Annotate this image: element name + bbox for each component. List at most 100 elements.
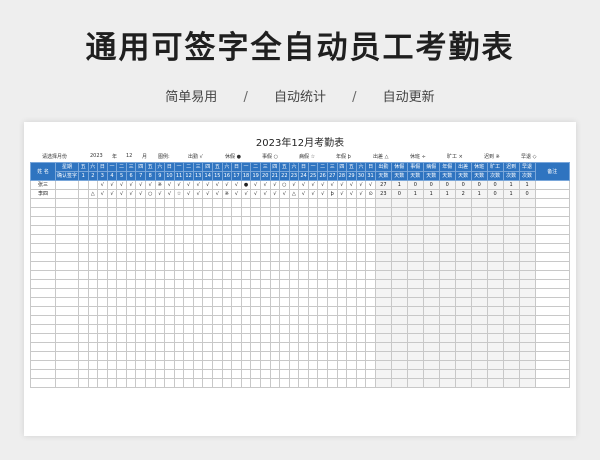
empty-cell[interactable] xyxy=(534,198,571,208)
empty-cell[interactable] xyxy=(288,324,300,334)
attendance-mark[interactable]: √ xyxy=(97,189,108,199)
empty-cell[interactable] xyxy=(355,360,367,370)
empty-cell[interactable] xyxy=(269,288,281,298)
empty-cell[interactable] xyxy=(154,225,166,235)
empty-cell[interactable] xyxy=(250,207,261,217)
empty-cell[interactable] xyxy=(231,207,242,217)
empty-cell[interactable] xyxy=(116,306,127,316)
empty-cell[interactable] xyxy=(486,225,504,235)
empty-cell[interactable] xyxy=(259,378,271,388)
empty-cell[interactable] xyxy=(183,351,194,361)
empty-cell[interactable] xyxy=(438,216,456,226)
empty-cell[interactable] xyxy=(288,369,300,379)
empty-cell[interactable] xyxy=(212,360,223,370)
empty-cell[interactable] xyxy=(317,306,328,316)
attendance-mark[interactable]: √ xyxy=(192,189,204,199)
empty-cell[interactable] xyxy=(502,306,520,316)
empty-cell[interactable] xyxy=(374,216,392,226)
empty-cell[interactable] xyxy=(346,270,357,280)
empty-cell[interactable] xyxy=(279,288,290,298)
empty-cell[interactable] xyxy=(192,333,204,343)
empty-cell[interactable] xyxy=(317,243,328,253)
empty-cell[interactable] xyxy=(29,288,57,298)
empty-cell[interactable] xyxy=(269,324,281,334)
empty-cell[interactable] xyxy=(221,369,233,379)
empty-cell[interactable] xyxy=(173,243,185,253)
empty-cell[interactable] xyxy=(502,243,520,253)
empty-cell[interactable] xyxy=(173,333,185,343)
empty-cell[interactable] xyxy=(336,225,348,235)
empty-cell[interactable] xyxy=(212,216,223,226)
empty-cell[interactable] xyxy=(106,279,118,289)
empty-cell[interactable] xyxy=(470,252,488,262)
empty-cell[interactable] xyxy=(365,261,376,271)
empty-cell[interactable] xyxy=(279,369,290,379)
empty-cell[interactable] xyxy=(346,360,357,370)
empty-cell[interactable] xyxy=(97,243,108,253)
empty-cell[interactable] xyxy=(406,225,424,235)
empty-cell[interactable] xyxy=(326,216,338,226)
attendance-mark[interactable]: √ xyxy=(116,189,127,199)
empty-cell[interactable] xyxy=(154,306,166,316)
empty-cell[interactable] xyxy=(145,288,156,298)
empty-cell[interactable] xyxy=(346,198,357,208)
empty-cell[interactable] xyxy=(288,279,300,289)
empty-cell[interactable] xyxy=(486,270,504,280)
empty-cell[interactable] xyxy=(288,198,300,208)
empty-cell[interactable] xyxy=(164,306,175,316)
empty-cell[interactable] xyxy=(518,234,536,244)
empty-cell[interactable] xyxy=(135,279,146,289)
empty-cell[interactable] xyxy=(221,315,233,325)
attendance-mark[interactable]: √ xyxy=(212,180,223,190)
empty-cell[interactable] xyxy=(534,252,571,262)
empty-cell[interactable] xyxy=(336,288,348,298)
empty-cell[interactable] xyxy=(406,243,424,253)
empty-cell[interactable] xyxy=(374,252,392,262)
empty-cell[interactable] xyxy=(502,261,520,271)
empty-cell[interactable] xyxy=(221,333,233,343)
empty-cell[interactable] xyxy=(486,234,504,244)
empty-cell[interactable] xyxy=(307,261,319,271)
empty-cell[interactable] xyxy=(486,279,504,289)
empty-cell[interactable] xyxy=(279,234,290,244)
empty-cell[interactable] xyxy=(422,342,440,352)
empty-cell[interactable] xyxy=(250,306,261,316)
empty-cell[interactable] xyxy=(250,243,261,253)
empty-cell[interactable] xyxy=(212,234,223,244)
empty-cell[interactable] xyxy=(355,378,367,388)
empty-cell[interactable] xyxy=(518,306,536,316)
empty-cell[interactable] xyxy=(212,198,223,208)
empty-cell[interactable] xyxy=(390,306,408,316)
empty-cell[interactable] xyxy=(145,306,156,316)
empty-cell[interactable] xyxy=(390,315,408,325)
empty-cell[interactable] xyxy=(502,198,520,208)
empty-cell[interactable] xyxy=(97,351,108,361)
empty-cell[interactable] xyxy=(326,279,338,289)
empty-cell[interactable] xyxy=(192,198,204,208)
empty-cell[interactable] xyxy=(125,225,137,235)
empty-cell[interactable] xyxy=(406,288,424,298)
attendance-mark[interactable]: √ xyxy=(135,189,146,199)
empty-cell[interactable] xyxy=(374,225,392,235)
empty-cell[interactable] xyxy=(374,342,392,352)
empty-cell[interactable] xyxy=(438,360,456,370)
empty-cell[interactable] xyxy=(29,252,57,262)
empty-cell[interactable] xyxy=(422,225,440,235)
empty-cell[interactable] xyxy=(307,369,319,379)
empty-cell[interactable] xyxy=(202,315,214,325)
empty-cell[interactable] xyxy=(250,234,261,244)
empty-cell[interactable] xyxy=(298,243,309,253)
empty-cell[interactable] xyxy=(374,261,392,271)
empty-cell[interactable] xyxy=(212,306,223,316)
empty-cell[interactable] xyxy=(502,333,520,343)
empty-cell[interactable] xyxy=(518,216,536,226)
empty-cell[interactable] xyxy=(336,198,348,208)
empty-cell[interactable] xyxy=(183,216,194,226)
empty-cell[interactable] xyxy=(390,243,408,253)
empty-cell[interactable] xyxy=(534,297,571,307)
empty-cell[interactable] xyxy=(502,342,520,352)
attendance-mark[interactable]: √ xyxy=(326,180,338,190)
attendance-mark[interactable]: √ xyxy=(231,180,242,190)
empty-cell[interactable] xyxy=(29,225,57,235)
empty-cell[interactable] xyxy=(77,207,89,217)
